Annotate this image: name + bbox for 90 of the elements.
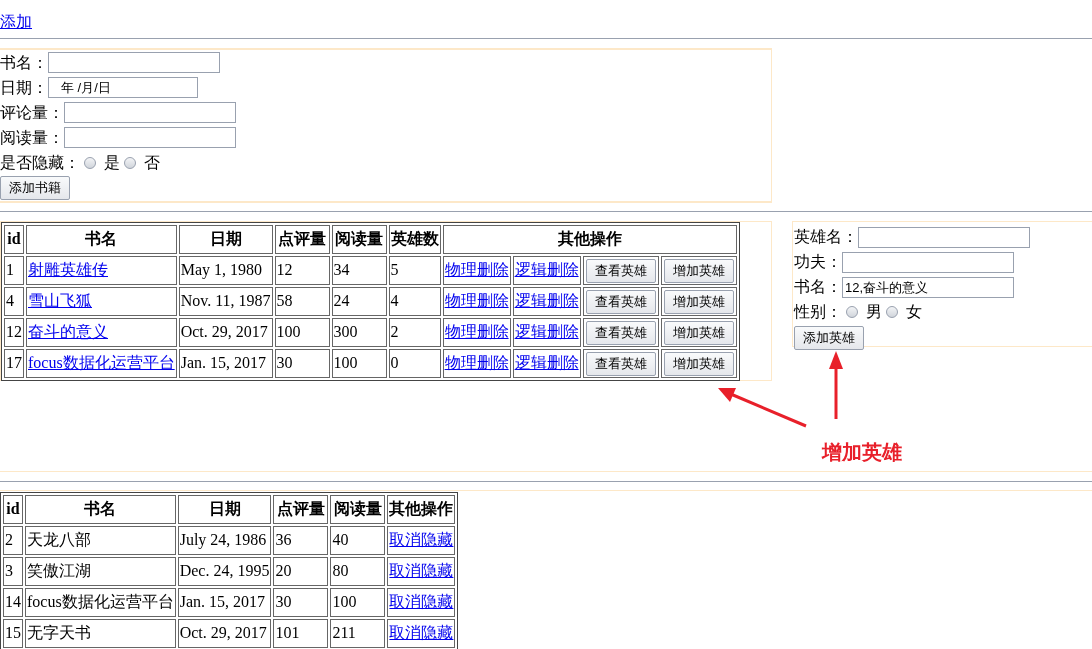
table-cell: 300 bbox=[331, 317, 387, 347]
column-header: 其他操作 bbox=[387, 494, 456, 524]
action-button[interactable]: 查看英雄 bbox=[585, 351, 656, 376]
table-cell: 14 bbox=[3, 587, 23, 617]
field-label: 是否隐藏： bbox=[0, 152, 80, 173]
table-cell: Oct. 29, 2017 bbox=[177, 618, 272, 648]
input-field[interactable] bbox=[842, 251, 1014, 273]
table-cell: 211 bbox=[330, 618, 386, 648]
table-cell: 5 bbox=[388, 255, 441, 285]
input-field[interactable] bbox=[48, 52, 220, 73]
column-header: id bbox=[4, 224, 24, 254]
input-field[interactable]: 12,奋斗的意义 bbox=[842, 276, 1014, 298]
column-header: 书名 bbox=[25, 494, 176, 524]
table-cell: Oct. 29, 2017 bbox=[178, 317, 273, 347]
field-label: 阅读量： bbox=[0, 127, 64, 148]
table-cell: 101 bbox=[273, 618, 329, 648]
table-cell: 36 bbox=[273, 525, 329, 555]
table-cell: 12 bbox=[274, 255, 330, 285]
table-cell: 15 bbox=[3, 618, 23, 648]
table-cell: 12 bbox=[4, 317, 24, 347]
action-button[interactable]: 增加英雄 bbox=[663, 320, 734, 345]
radio-button[interactable] bbox=[84, 156, 96, 169]
column-header: 日期 bbox=[177, 494, 272, 524]
table-cell: 30 bbox=[273, 587, 329, 617]
input-field[interactable] bbox=[858, 226, 1030, 248]
table-cell: 4 bbox=[4, 286, 24, 316]
radio-button[interactable] bbox=[846, 306, 858, 319]
field-label: 日期： bbox=[0, 77, 48, 98]
column-header: 书名 bbox=[26, 224, 177, 254]
table-cell: May 1, 1980 bbox=[178, 255, 273, 285]
table-cell: 20 bbox=[273, 556, 329, 586]
action-button[interactable]: 添加书籍 bbox=[0, 175, 70, 200]
add-link[interactable]: 添加 bbox=[0, 13, 32, 30]
table-cell: Nov. 11, 1987 bbox=[178, 286, 273, 316]
action-button[interactable]: 查看英雄 bbox=[585, 289, 656, 314]
table-cell: Jan. 15, 2017 bbox=[178, 348, 273, 378]
table-cell: 100 bbox=[274, 317, 330, 347]
radio-label: 女 bbox=[906, 302, 922, 323]
radio-label: 否 bbox=[144, 152, 160, 173]
table-cell: 40 bbox=[330, 525, 386, 555]
table-cell: 2 bbox=[3, 525, 23, 555]
table-cell: 3 bbox=[3, 556, 23, 586]
column-header: 阅读量 bbox=[330, 494, 386, 524]
action-button[interactable]: 增加英雄 bbox=[663, 289, 734, 314]
field-label: 书名： bbox=[0, 52, 48, 73]
column-header: 其他操作 bbox=[442, 224, 737, 254]
action-button[interactable]: 查看英雄 bbox=[585, 320, 656, 345]
table-cell: 0 bbox=[388, 348, 441, 378]
radio-button[interactable] bbox=[886, 306, 898, 319]
date-field[interactable]: 年 /月/日 bbox=[48, 77, 198, 98]
table-cell: Dec. 24, 1995 bbox=[177, 556, 272, 586]
action-button[interactable]: 查看英雄 bbox=[585, 258, 656, 283]
action-button[interactable]: 增加英雄 bbox=[663, 351, 734, 376]
field-label: 功夫： bbox=[794, 252, 842, 273]
action-button[interactable]: 添加英雄 bbox=[794, 325, 864, 350]
field-label: 书名： bbox=[794, 277, 842, 298]
field-label: 评论量： bbox=[0, 102, 64, 123]
table-cell: 无字天书 bbox=[25, 618, 176, 648]
table-cell: 58 bbox=[274, 286, 330, 316]
table-cell: 笑傲江湖 bbox=[25, 556, 176, 586]
field-label: 英雄名： bbox=[794, 227, 858, 248]
field-label: 性别： bbox=[794, 302, 842, 323]
radio-label: 是 bbox=[104, 152, 120, 173]
table-cell: 100 bbox=[330, 587, 386, 617]
radio-button[interactable] bbox=[124, 156, 136, 169]
column-header: 阅读量 bbox=[331, 224, 387, 254]
action-button[interactable]: 增加英雄 bbox=[663, 258, 734, 283]
table-cell: July 24, 1986 bbox=[177, 525, 272, 555]
table-cell: 24 bbox=[331, 286, 387, 316]
column-header: 点评量 bbox=[273, 494, 329, 524]
table-cell: 80 bbox=[330, 556, 386, 586]
table-cell: 17 bbox=[4, 348, 24, 378]
annotation-label: 增加英雄 bbox=[822, 439, 902, 465]
table-cell: 30 bbox=[274, 348, 330, 378]
table-cell: 100 bbox=[331, 348, 387, 378]
radio-label: 男 bbox=[866, 302, 882, 323]
input-field[interactable] bbox=[64, 127, 236, 148]
table-cell: focus数据化运营平台 bbox=[25, 587, 176, 617]
column-header: 英雄数 bbox=[388, 224, 441, 254]
table-cell: 1 bbox=[4, 255, 24, 285]
table-cell: 2 bbox=[388, 317, 441, 347]
table-cell: 天龙八部 bbox=[25, 525, 176, 555]
annotation-arrow bbox=[827, 350, 845, 421]
column-header: id bbox=[3, 494, 23, 524]
input-field[interactable] bbox=[64, 102, 236, 123]
table-cell: Jan. 15, 2017 bbox=[177, 587, 272, 617]
table-cell: 4 bbox=[388, 286, 441, 316]
table-cell: 34 bbox=[331, 255, 387, 285]
column-header: 日期 bbox=[178, 224, 273, 254]
column-header: 点评量 bbox=[274, 224, 330, 254]
